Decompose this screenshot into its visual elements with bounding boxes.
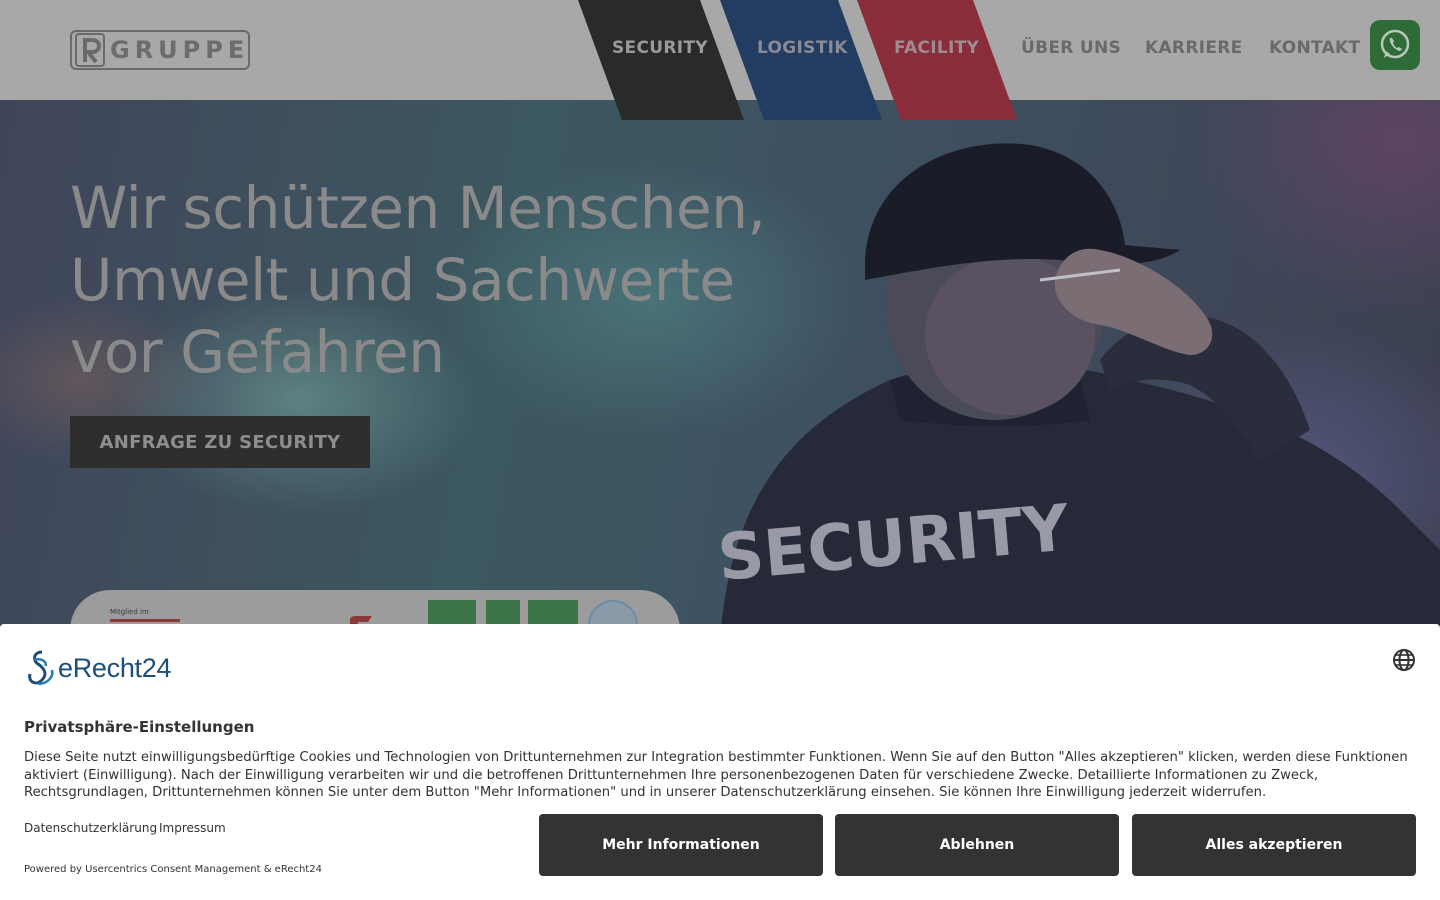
- nav-security[interactable]: SECURITY: [612, 38, 708, 58]
- nav-facility[interactable]: FACILITY: [894, 38, 979, 58]
- hero-title: Wir schützen Menschen, Umwelt und Sachwe…: [70, 174, 766, 386]
- nav-stripe-facility: [857, 0, 1017, 120]
- erecht24-mark-icon: [28, 650, 54, 686]
- nav-logistik[interactable]: LOGISTIK: [757, 38, 848, 58]
- cert-member-logo: [110, 619, 180, 622]
- erecht24-brand-text: eRecht24: [58, 652, 172, 683]
- privacy-policy-link[interactable]: Datenschutzerklärung: [24, 821, 157, 835]
- cookie-title: Privatsphäre-Einstellungen: [24, 718, 255, 736]
- whatsapp-icon: [1380, 29, 1410, 59]
- powered-by-text: Powered by Usercentrics Consent Manageme…: [24, 864, 322, 875]
- deny-button[interactable]: Ablehnen: [835, 814, 1119, 876]
- more-information-button[interactable]: Mehr Informationen: [539, 814, 823, 876]
- nav-kontakt[interactable]: KONTAKT: [1269, 38, 1360, 58]
- cookie-description: Diese Seite nutzt einwilligungsbedürftig…: [24, 750, 1408, 800]
- erecht24-logo: eRecht24: [24, 648, 171, 688]
- hero-section: SECURITY Wir schützen Menschen, Umwelt u…: [0, 100, 1440, 630]
- language-globe-icon[interactable]: [1392, 648, 1416, 672]
- nav-karriere[interactable]: KARRIERE: [1145, 38, 1243, 58]
- imprint-link[interactable]: Impressum: [159, 821, 226, 835]
- logo-mark-icon: [74, 32, 108, 68]
- security-request-button[interactable]: ANFRAGE ZU SECURITY: [70, 416, 370, 468]
- accept-all-button[interactable]: Alles akzeptieren: [1132, 814, 1416, 876]
- whatsapp-button[interactable]: [1370, 20, 1420, 70]
- cookie-consent-banner: eRecht24 Privatsphäre-Einstellungen Dies…: [0, 624, 1440, 900]
- cert-member-label: Mitglied im: [110, 608, 149, 616]
- company-logo[interactable]: GRUPPE: [70, 30, 250, 70]
- logo-text: GRUPPE: [110, 36, 250, 64]
- security-guard-image: SECURITY: [660, 130, 1440, 630]
- nav-ueber-uns[interactable]: ÜBER UNS: [1021, 38, 1121, 58]
